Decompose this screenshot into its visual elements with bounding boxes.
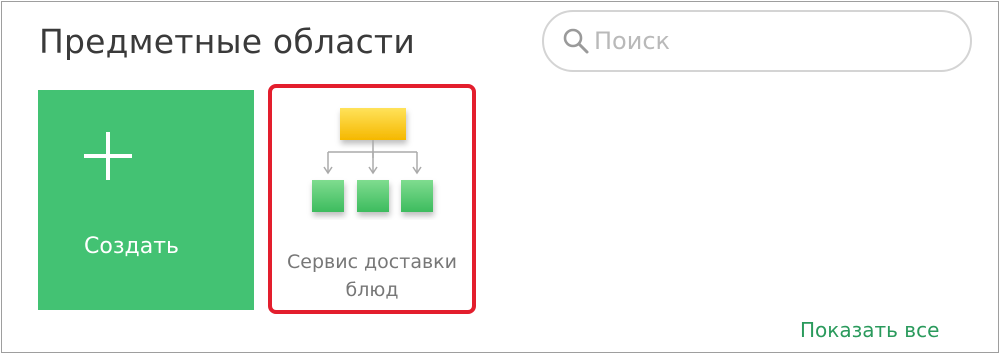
create-label: Создать bbox=[84, 234, 179, 259]
search-box[interactable] bbox=[542, 10, 972, 72]
subject-area-label-line2: блюд bbox=[345, 279, 399, 301]
subject-area-label: Сервис доставки блюд bbox=[272, 248, 472, 304]
page-title: Предметные области bbox=[39, 22, 415, 61]
subject-areas-panel: Предметные области Создать bbox=[1, 1, 999, 353]
subject-area-label-line1: Сервис доставки bbox=[287, 251, 457, 273]
subject-area-tile-delivery[interactable]: Сервис доставки блюд bbox=[268, 84, 476, 314]
search-input[interactable] bbox=[594, 22, 954, 60]
create-button[interactable]: Создать bbox=[38, 90, 254, 310]
plus-icon bbox=[84, 132, 132, 180]
hierarchy-icon bbox=[312, 108, 433, 212]
show-all-link[interactable]: Показать все bbox=[800, 318, 939, 342]
search-icon bbox=[563, 28, 589, 54]
